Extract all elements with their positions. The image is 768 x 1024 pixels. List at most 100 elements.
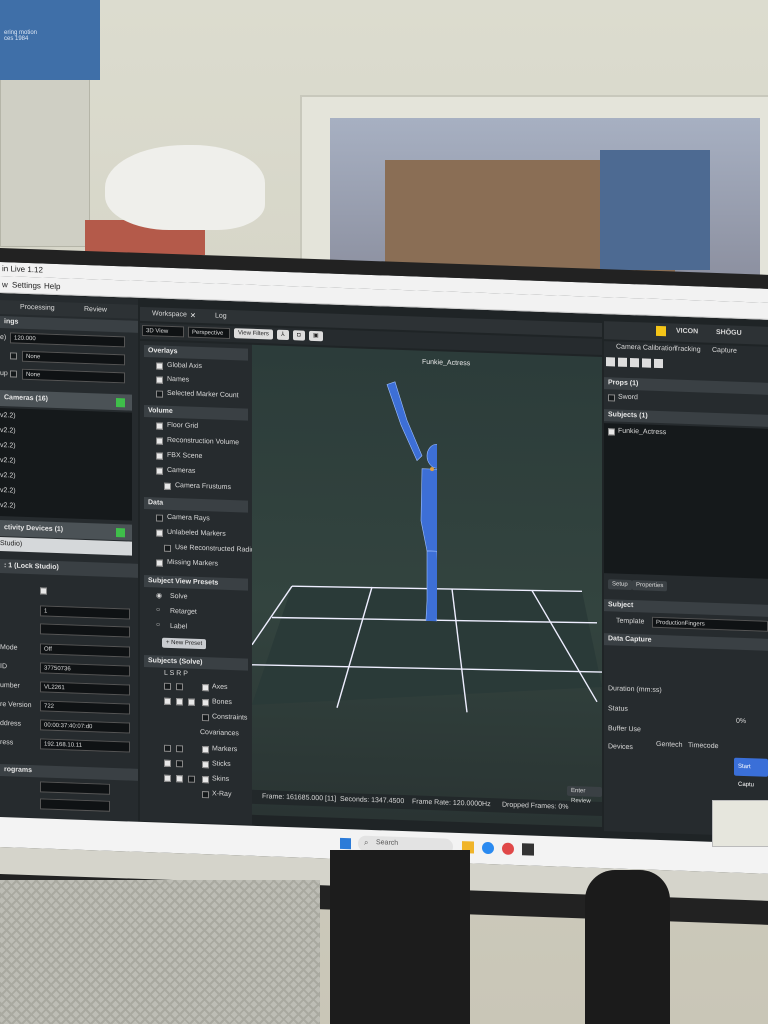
- data-checkbox[interactable]: [156, 529, 163, 537]
- props-header[interactable]: Props (1): [604, 377, 768, 395]
- subject-checkbox[interactable]: [202, 746, 209, 754]
- subject-checkbox[interactable]: [164, 759, 171, 767]
- program-field[interactable]: [40, 781, 110, 795]
- start-capture-button[interactable]: Start Captu: [734, 757, 768, 788]
- cameras-play-icon[interactable]: [116, 398, 125, 408]
- overlay-checkbox[interactable]: [156, 376, 163, 384]
- subject-checkbox[interactable]: [202, 776, 209, 784]
- camera-item[interactable]: v2.2): [0, 502, 16, 510]
- prop-item[interactable]: Sword: [618, 394, 638, 402]
- volume-checkbox[interactable]: [164, 482, 171, 490]
- view-filters-button[interactable]: View Filters: [234, 328, 273, 340]
- enter-review-button[interactable]: Enter Review: [567, 785, 602, 805]
- menu-item-help[interactable]: Help: [44, 282, 60, 292]
- tool-icon[interactable]: [606, 357, 615, 367]
- subject-checkbox[interactable]: [176, 698, 183, 706]
- subject-checkbox[interactable]: [202, 684, 209, 692]
- cameras-header[interactable]: Cameras (16): [0, 390, 132, 411]
- subject-checkbox[interactable]: [176, 745, 183, 753]
- camera-item[interactable]: v2.2): [0, 442, 16, 450]
- radio-label-icon[interactable]: ○: [156, 621, 160, 628]
- subject-checkbox[interactable]: [176, 760, 183, 768]
- windows-start-icon[interactable]: [340, 837, 351, 850]
- subject-checkbox[interactable]: [164, 682, 171, 690]
- row2-select[interactable]: None: [22, 350, 125, 366]
- subjects-solve-header[interactable]: Subjects (Solve): [144, 655, 248, 671]
- prop-field[interactable]: 00:00:37:40:07:d0: [40, 719, 130, 734]
- camera-item[interactable]: v2.2): [0, 472, 16, 480]
- data-checkbox[interactable]: [156, 514, 163, 522]
- tool-icon[interactable]: [618, 357, 627, 367]
- warning-icon[interactable]: [656, 325, 666, 337]
- data-capture-header[interactable]: Data Capture: [604, 633, 768, 651]
- volume-checkbox[interactable]: [156, 467, 163, 475]
- prop-checkbox[interactable]: [608, 394, 615, 402]
- camera-icon[interactable]: ◘: [293, 330, 305, 341]
- menu-item-settings[interactable]: Settings: [12, 280, 41, 290]
- tab-tracking[interactable]: Tracking: [674, 346, 701, 354]
- tab-camera-calibration[interactable]: Camera Calibration: [616, 344, 676, 353]
- tab-review[interactable]: Review: [84, 306, 107, 314]
- tab-capture[interactable]: Capture: [712, 347, 737, 355]
- subject-checkbox[interactable]: [202, 699, 209, 707]
- 3d-viewport[interactable]: Funkie_Actress Frame: 161685.000 [11] Se…: [252, 344, 602, 828]
- tab-processing[interactable]: Processing: [20, 304, 55, 312]
- row2-checkbox[interactable]: [10, 352, 17, 360]
- edge-icon[interactable]: [482, 841, 494, 855]
- volume-checkbox[interactable]: [156, 452, 163, 460]
- subject-section-header[interactable]: Subject: [604, 599, 768, 617]
- rate-field[interactable]: 120.000: [10, 332, 125, 348]
- enabled-checkbox[interactable]: [40, 587, 47, 595]
- volume-checkbox[interactable]: [156, 437, 163, 445]
- row3-select[interactable]: None: [22, 368, 125, 384]
- tool-icon[interactable]: [654, 358, 663, 369]
- radio-retarget-icon[interactable]: ○: [156, 606, 160, 613]
- subject-checkbox[interactable]: [164, 774, 171, 782]
- prop-field[interactable]: 1: [40, 605, 130, 620]
- overlay-checkbox[interactable]: [156, 362, 163, 370]
- subject-checkbox[interactable]: [164, 744, 171, 752]
- tab-setup[interactable]: Setup: [608, 579, 632, 591]
- camera-item[interactable]: v2.2): [0, 427, 16, 435]
- subject-checkbox[interactable]: [608, 428, 615, 436]
- volume-header[interactable]: Volume: [144, 405, 248, 421]
- device-option[interactable]: Timecode: [688, 742, 718, 750]
- prop-field[interactable]: 192.168.10.11: [40, 738, 130, 753]
- prop-field[interactable]: 37750736: [40, 662, 130, 677]
- volume-checkbox[interactable]: [156, 422, 163, 430]
- close-icon[interactable]: ✕: [190, 312, 196, 320]
- subject-checkbox[interactable]: [188, 698, 195, 706]
- connectivity-play-icon[interactable]: [116, 528, 125, 538]
- subject-checkbox[interactable]: [176, 683, 183, 691]
- lock-icon[interactable]: ▣: [309, 330, 323, 342]
- device-option[interactable]: Gentech: [656, 741, 682, 749]
- data-checkbox[interactable]: [164, 544, 171, 552]
- new-preset-button[interactable]: + New Preset: [162, 637, 207, 650]
- prop-field[interactable]: Off: [40, 643, 130, 658]
- overlay-checkbox[interactable]: [156, 390, 163, 398]
- prop-field[interactable]: [40, 623, 130, 638]
- axis-icon[interactable]: ⅄: [277, 329, 289, 341]
- tool-icon[interactable]: [642, 358, 651, 368]
- view-mode-select[interactable]: 3D View: [142, 324, 184, 338]
- vicon-app-icon[interactable]: [522, 843, 534, 856]
- prop-field[interactable]: VL2261: [40, 681, 130, 696]
- tab-workspace[interactable]: Workspace: [152, 310, 187, 318]
- subject-checkbox[interactable]: [202, 761, 209, 769]
- camera-item[interactable]: v2.2): [0, 412, 16, 420]
- data-checkbox[interactable]: [156, 559, 163, 567]
- overlays-header[interactable]: Overlays: [144, 345, 248, 361]
- subject-checkbox[interactable]: [188, 775, 195, 783]
- subject-checkbox[interactable]: [164, 697, 171, 705]
- tab-properties[interactable]: Properties: [632, 580, 668, 592]
- tab-log[interactable]: Log: [215, 313, 227, 320]
- program-field[interactable]: [40, 798, 110, 812]
- camera-item[interactable]: v2.2): [0, 487, 16, 495]
- camera-item[interactable]: v2.2): [0, 457, 16, 465]
- chrome-icon[interactable]: [502, 842, 514, 855]
- prop-field[interactable]: 722: [40, 700, 130, 715]
- radio-solve-icon[interactable]: ◉: [156, 591, 162, 599]
- subject-checkbox[interactable]: [202, 714, 209, 722]
- template-select[interactable]: ProductionFingers: [652, 616, 768, 632]
- menu-item-view[interactable]: w: [2, 280, 8, 289]
